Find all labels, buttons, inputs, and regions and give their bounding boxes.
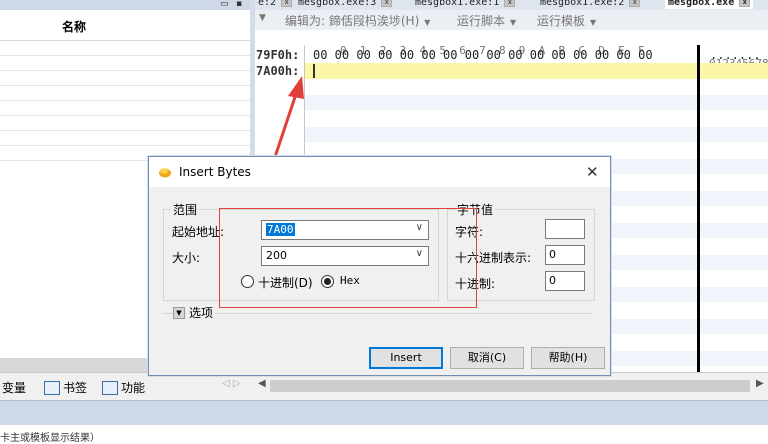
options-label[interactable]: 选项 (187, 304, 216, 321)
list-item[interactable] (0, 71, 250, 86)
range-group-label: 范围 (171, 201, 200, 218)
tab-variables[interactable]: 变量 (2, 379, 26, 397)
panel-title-strip (0, 0, 250, 10)
hex-horizontal-scrollbar[interactable] (270, 380, 750, 392)
column-header-name: 名称 (62, 20, 87, 34)
char-input[interactable] (545, 219, 585, 239)
chevron-down-icon: ▼ (510, 18, 517, 27)
list-item[interactable] (0, 131, 250, 146)
document-tabs: e:2 x mesgbox.exe:3 x mesgbox1.exe:1 x mesg… (255, 0, 768, 10)
list-item[interactable] (0, 86, 250, 101)
doc-tab[interactable]: mesgbox.exe:3 x (295, 0, 395, 9)
highlighted-row-ascii (700, 63, 768, 79)
hex-column-header: 0 1 2 3 4 5 6 7 8 9 A B C D E F 01234567… (340, 44, 768, 70)
close-tab-icon[interactable]: x (629, 0, 641, 7)
run-template-menu[interactable]: 运行模板 ▼ (537, 12, 596, 29)
cancel-button[interactable]: 取消(C) (450, 347, 524, 369)
doc-tab-active[interactable]: mesgbox.exe x (665, 0, 754, 9)
expand-toggle-icon[interactable]: ▼ (173, 307, 185, 319)
close-panel-icon[interactable]: ▪ (236, 0, 246, 9)
status-bar (0, 400, 768, 425)
row-address: 7A00h: (256, 64, 300, 78)
highlighted-row (305, 63, 698, 79)
list-item[interactable] (0, 56, 250, 71)
start-address-label: 起始地址: (172, 225, 225, 239)
scroll-left-icon[interactable]: ◀ (258, 378, 266, 389)
dialog-title-bar: Insert Bytes ✕ (149, 157, 610, 187)
size-label: 大小: (172, 251, 201, 265)
pin-icon[interactable]: ▭ (220, 0, 230, 9)
toolbar-menu-icon[interactable]: ▼ (259, 13, 266, 23)
annotation-highlight-box (219, 208, 477, 308)
doc-tab[interactable]: mesgbox1.exe:1 x (412, 0, 518, 9)
ascii-text[interactable]: ....... (710, 48, 761, 62)
close-tab-icon[interactable]: x (504, 0, 516, 7)
decimal-value-input[interactable]: 0 (545, 271, 585, 291)
close-tab-icon[interactable]: x (739, 0, 751, 7)
help-button[interactable]: 帮助(H) (531, 347, 605, 369)
doc-tab[interactable]: mesgbox1.exe:2 x (537, 0, 643, 9)
list-item[interactable] (0, 116, 250, 131)
hex-toolbar: ▼ 编辑为: 鍗佸叚杩涘埗(H) ▼ 运行脚本 ▼ 运行模板 ▼ (255, 10, 768, 31)
tab-functions[interactable]: 功能 (102, 379, 145, 397)
insert-button[interactable]: Insert (369, 347, 443, 369)
text-cursor (313, 64, 315, 78)
dialog-title: Insert Bytes (179, 165, 251, 179)
edit-as-menu[interactable]: 编辑为: 鍗佸叚杩涘埗(H) ▼ (285, 12, 430, 29)
app-logo-icon (159, 168, 171, 178)
hex-value-input[interactable]: 0 (545, 245, 585, 265)
variables-header: 名称 (0, 10, 250, 41)
list-item[interactable] (0, 101, 250, 116)
function-icon (102, 380, 118, 395)
doc-tab[interactable]: e:2 x (255, 0, 295, 9)
hex-ascii-divider (697, 45, 700, 382)
scroll-right-icon[interactable]: ▶ (756, 378, 764, 389)
close-tab-icon[interactable]: x (281, 0, 293, 7)
bookmark-icon (44, 380, 60, 395)
row-address: 79F0h: (256, 48, 300, 62)
tab-scroll-arrows[interactable]: ◁ ▷ (222, 378, 241, 389)
run-script-menu[interactable]: 运行脚本 ▼ (457, 12, 516, 29)
close-icon[interactable]: ✕ (586, 163, 599, 181)
chevron-down-icon: ▼ (590, 18, 597, 27)
tab-bookmarks[interactable]: 书签 (44, 379, 87, 397)
list-item[interactable] (0, 41, 250, 56)
options-separator (163, 313, 593, 314)
close-tab-icon[interactable]: x (381, 0, 393, 7)
chevron-down-icon: ▼ (424, 18, 431, 27)
hex-bytes[interactable]: 00 00 00 00 00 00 00 00 00 00 00 00 00 0… (313, 48, 653, 62)
